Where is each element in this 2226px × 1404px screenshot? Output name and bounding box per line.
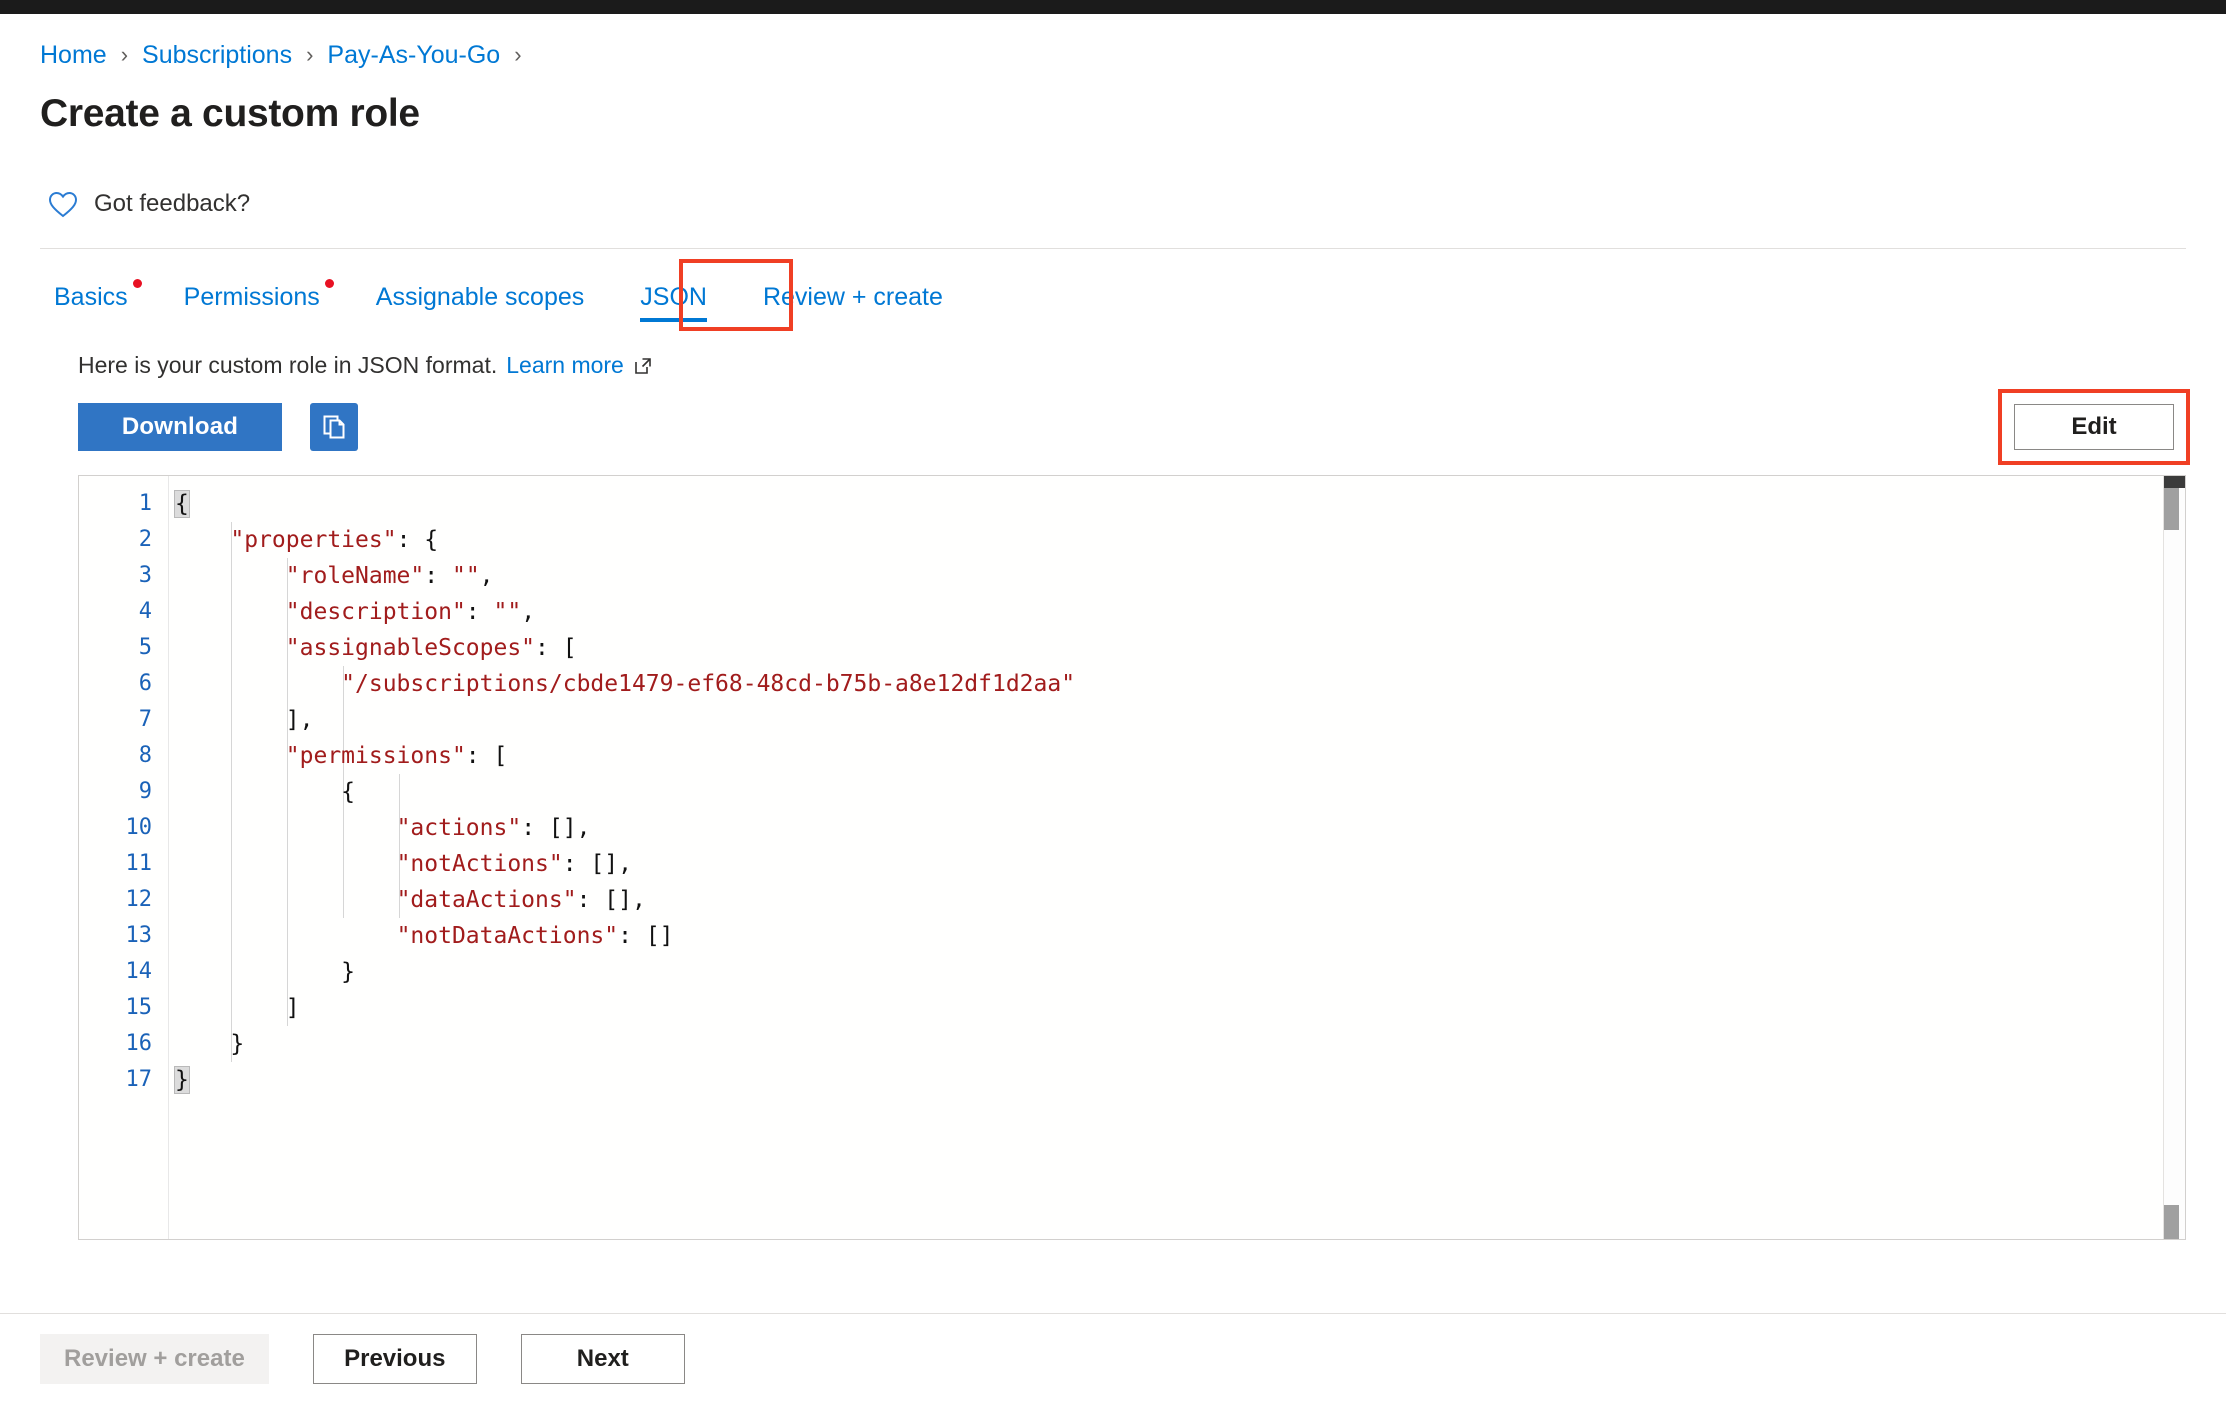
code-line: } — [169, 954, 2185, 990]
breadcrumb-item-subscriptions[interactable]: Subscriptions — [142, 40, 292, 70]
tab-basics[interactable]: Basics — [54, 277, 128, 328]
editor-toolbar: Download Edit — [0, 401, 2226, 453]
code-line: "/subscriptions/cbde1479-ef68-48cd-b75b-… — [169, 666, 2185, 702]
line-number: 11 — [79, 846, 152, 882]
line-number: 5 — [79, 630, 152, 666]
line-number: 14 — [79, 954, 152, 990]
bracket-match-highlight: } — [175, 1067, 189, 1093]
browser-top-bar — [0, 0, 2226, 14]
code-line: { — [169, 486, 2185, 522]
breadcrumb-item-home[interactable]: Home — [40, 40, 107, 70]
code-line: } — [169, 1026, 2185, 1062]
line-number-gutter: 1 2 3 4 5 6 7 8 9 10 11 12 13 14 15 16 1… — [79, 476, 169, 1239]
wizard-footer: Review + create Previous Next — [0, 1314, 2226, 1404]
tab-bar: Basics Permissions Assignable scopes JSO… — [0, 249, 2226, 328]
bracket-match-highlight: { — [175, 491, 189, 517]
breadcrumb: Home › Subscriptions › Pay-As-You-Go › — [0, 14, 2226, 70]
feedback-label: Got feedback? — [94, 190, 250, 218]
page-title: Create a custom role — [0, 70, 2226, 136]
line-number: 4 — [79, 594, 152, 630]
code-content[interactable]: { "properties": { "roleName": "", "descr… — [169, 476, 2185, 1239]
required-dot-icon — [325, 279, 334, 288]
description-text: Here is your custom role in JSON format. — [78, 352, 497, 379]
tab-permissions-label: Permissions — [184, 283, 320, 311]
line-number: 10 — [79, 810, 152, 846]
breadcrumb-separator-icon: › — [500, 40, 535, 70]
download-button[interactable]: Download — [78, 403, 282, 451]
breadcrumb-item-pay-as-you-go[interactable]: Pay-As-You-Go — [327, 40, 500, 70]
code-line: "dataActions": [], — [169, 882, 2185, 918]
tab-assignable-scopes[interactable]: Assignable scopes — [376, 277, 584, 328]
line-number: 8 — [79, 738, 152, 774]
code-line: "description": "", — [169, 594, 2185, 630]
code-line: "permissions": [ — [169, 738, 2185, 774]
line-number: 2 — [79, 522, 152, 558]
learn-more-link[interactable]: Learn more — [506, 352, 624, 379]
required-dot-icon — [133, 279, 142, 288]
feedback-row[interactable]: Got feedback? — [0, 136, 2226, 224]
copy-icon — [319, 411, 349, 444]
line-number: 9 — [79, 774, 152, 810]
previous-button[interactable]: Previous — [313, 1334, 477, 1384]
line-number: 12 — [79, 882, 152, 918]
tab-permissions[interactable]: Permissions — [184, 277, 320, 328]
code-line: ], — [169, 702, 2185, 738]
code-line: { — [169, 774, 2185, 810]
breadcrumb-separator-icon: › — [107, 40, 142, 70]
assignable-scope-value: "/subscriptions/cbde1479-ef68-48cd-b75b-… — [341, 671, 1075, 697]
line-number: 7 — [79, 702, 152, 738]
annotation-box-edit-button: Edit — [1998, 389, 2190, 465]
line-number: 13 — [79, 918, 152, 954]
tab-assignable-scopes-label: Assignable scopes — [376, 283, 584, 311]
line-number: 15 — [79, 990, 152, 1026]
page-root: Home › Subscriptions › Pay-As-You-Go › C… — [0, 14, 2226, 1404]
json-editor[interactable]: 1 2 3 4 5 6 7 8 9 10 11 12 13 14 15 16 1… — [78, 475, 2186, 1240]
line-number: 17 — [79, 1062, 152, 1098]
edit-button[interactable]: Edit — [2014, 404, 2174, 450]
tab-json[interactable]: JSON — [640, 277, 707, 328]
code-line: "actions": [], — [169, 810, 2185, 846]
tab-review-create[interactable]: Review + create — [763, 277, 943, 328]
copy-button[interactable] — [310, 403, 358, 451]
code-line: "roleName": "", — [169, 558, 2185, 594]
code-line: ] — [169, 990, 2185, 1026]
description-row: Here is your custom role in JSON format.… — [0, 328, 2226, 379]
next-button[interactable]: Next — [521, 1334, 685, 1384]
code-line: } — [169, 1062, 2185, 1098]
code-line: "notDataActions": [] — [169, 918, 2185, 954]
tab-json-label: JSON — [640, 283, 707, 311]
code-line: "properties": { — [169, 522, 2185, 558]
code-line: "notActions": [], — [169, 846, 2185, 882]
line-number: 3 — [79, 558, 152, 594]
code-line: "assignableScopes": [ — [169, 630, 2185, 666]
review-create-button[interactable]: Review + create — [40, 1334, 269, 1384]
breadcrumb-separator-icon: › — [292, 40, 327, 70]
heart-icon — [48, 191, 78, 218]
tab-basics-label: Basics — [54, 283, 128, 311]
line-number: 6 — [79, 666, 152, 702]
tab-review-create-label: Review + create — [763, 283, 943, 311]
external-link-icon — [633, 356, 653, 376]
line-number: 16 — [79, 1026, 152, 1062]
tab-selected-underline — [640, 318, 707, 322]
line-number: 1 — [79, 486, 152, 522]
